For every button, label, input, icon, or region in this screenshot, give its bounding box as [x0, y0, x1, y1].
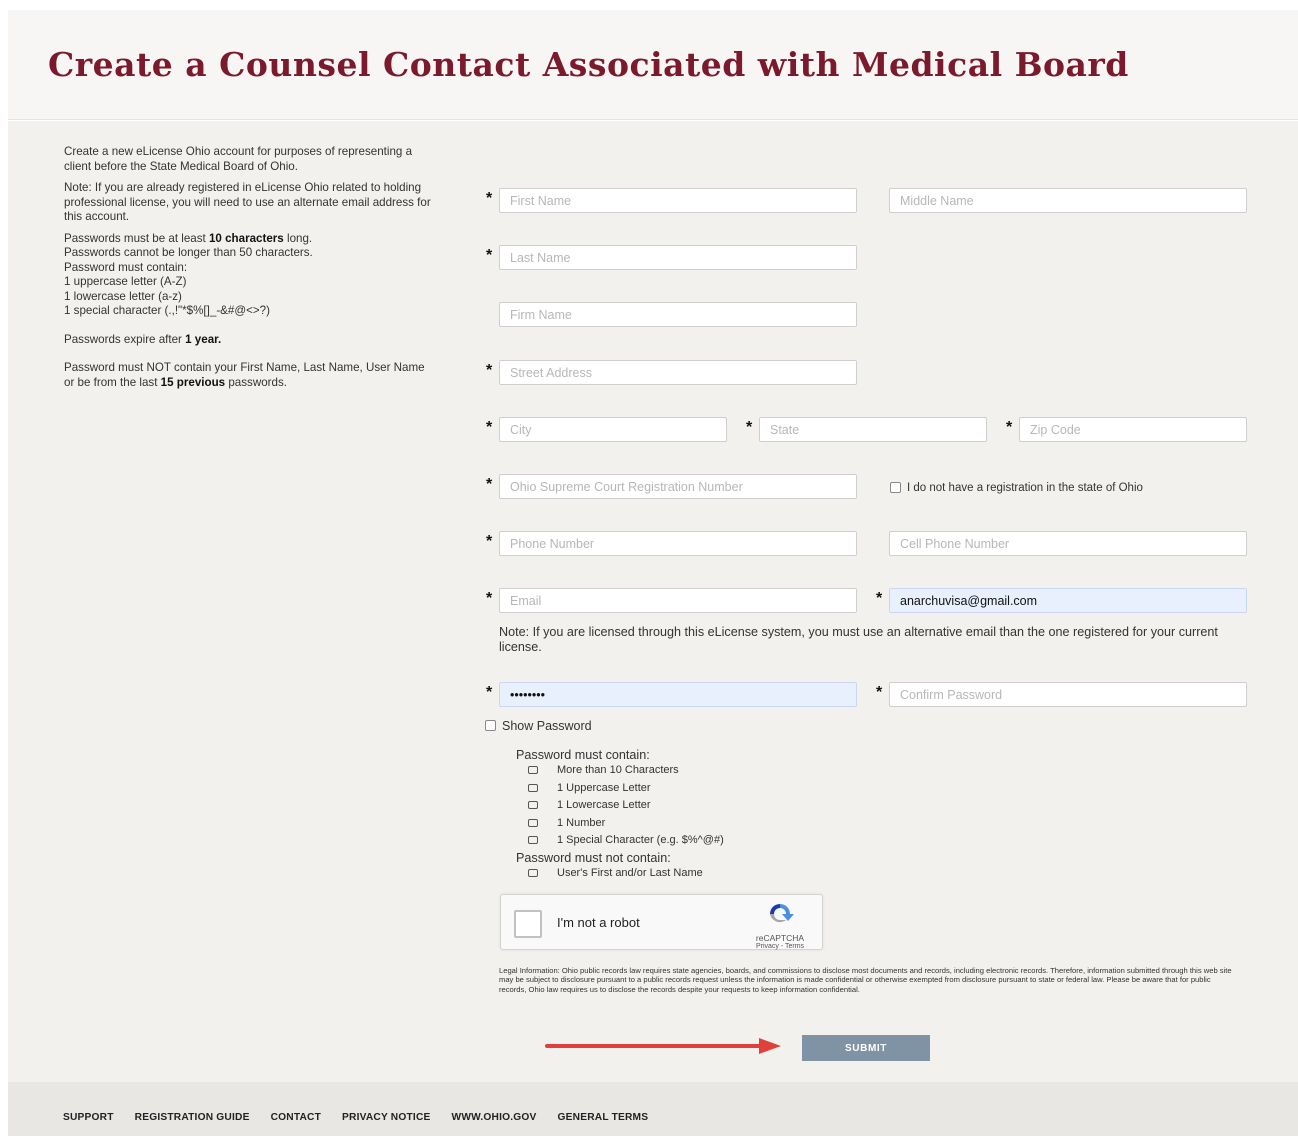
rules-must-not-contain-title: Password must not contain:: [516, 851, 671, 865]
alternate-email-note: Note: If you are already registered in e…: [64, 181, 431, 223]
no-registration-label[interactable]: I do not have a registration in the stat…: [907, 482, 1143, 494]
rule-item: User's First and/or Last Name: [557, 867, 703, 879]
required-marker: *: [486, 476, 493, 493]
last-name-input[interactable]: [499, 245, 857, 270]
rule-status-icon: [528, 801, 538, 809]
required-marker: *: [486, 419, 493, 436]
firm-name-input[interactable]: [499, 302, 857, 327]
submit-button[interactable]: SUBMIT: [802, 1035, 930, 1061]
page-header: Create a Counsel Contact Associated with…: [8, 10, 1298, 120]
state-input[interactable]: [759, 417, 987, 442]
intro-text: Create a new eLicense Ohio account for p…: [64, 145, 413, 173]
footer-link-contact[interactable]: CONTACT: [271, 1112, 321, 1123]
main-content: Create a new eLicense Ohio account for p…: [8, 121, 1298, 1082]
recaptcha-links[interactable]: Privacy - Terms: [750, 943, 810, 950]
required-marker: *: [486, 362, 493, 379]
required-marker: *: [486, 533, 493, 550]
first-name-input[interactable]: [499, 188, 857, 213]
rule-item: 1 Uppercase Letter: [557, 782, 651, 794]
pw-length-text: Passwords must be at least 10 characters…: [64, 231, 313, 245]
middle-name-input[interactable]: [889, 188, 1247, 213]
rule-status-icon: [528, 766, 538, 774]
email-note: Note: If you are licensed through this e…: [499, 625, 1218, 654]
password-requirements-text: Passwords must be at least 10 characters…: [64, 232, 434, 319]
rule-status-icon: [528, 784, 538, 792]
pw-lower-text: 1 lowercase letter (a-z): [64, 289, 182, 303]
rule-item: More than 10 Characters: [557, 764, 679, 776]
footer-nav: SUPPORT REGISTRATION GUIDE CONTACT PRIVA…: [63, 1112, 648, 1123]
street-address-input[interactable]: [499, 360, 857, 385]
rule-status-icon: [528, 819, 538, 827]
arrow-annotation-icon: [545, 1038, 781, 1054]
recaptcha-label: I'm not a robot: [557, 915, 640, 930]
page-title: Create a Counsel Contact Associated with…: [48, 45, 1129, 84]
rule-item: 1 Lowercase Letter: [557, 799, 651, 811]
footer-link-support[interactable]: SUPPORT: [63, 1112, 114, 1123]
legal-information: Legal Information: Ohio public records l…: [499, 966, 1232, 994]
required-marker: *: [486, 190, 493, 207]
rules-must-contain-title: Password must contain:: [516, 748, 650, 762]
no-registration-checkbox[interactable]: [890, 482, 901, 493]
pw-contain-text: Password must contain:: [64, 260, 188, 274]
show-password-checkbox[interactable]: [485, 720, 496, 731]
footer: SUPPORT REGISTRATION GUIDE CONTACT PRIVA…: [8, 1082, 1298, 1136]
recaptcha-brand: reCAPTCHA: [755, 933, 805, 943]
rule-status-icon: [528, 869, 538, 877]
phone-number-input[interactable]: [499, 531, 857, 556]
confirm-password-input[interactable]: [889, 682, 1247, 707]
required-marker: *: [486, 247, 493, 264]
required-marker: *: [876, 590, 883, 607]
rule-item: 1 Special Character (e.g. $%^@#): [557, 834, 724, 846]
footer-link-general-terms[interactable]: GENERAL TERMS: [558, 1112, 649, 1123]
recaptcha-checkbox[interactable]: [514, 910, 542, 938]
pw-expire-text: Passwords expire after 1 year.: [64, 332, 222, 346]
rule-status-icon: [528, 836, 538, 844]
recaptcha-widget: I'm not a robot reCAPTCHA Privacy - Term…: [500, 894, 823, 950]
registration-number-input[interactable]: [499, 474, 857, 499]
city-input[interactable]: [499, 417, 727, 442]
recaptcha-logo: reCAPTCHA Privacy - Terms: [750, 901, 810, 950]
show-password-label[interactable]: Show Password: [502, 719, 592, 733]
recaptcha-icon: [770, 904, 794, 923]
zip-code-input[interactable]: [1019, 417, 1247, 442]
cell-phone-input[interactable]: [889, 531, 1247, 556]
footer-link-privacy-notice[interactable]: PRIVACY NOTICE: [342, 1112, 430, 1123]
required-marker: *: [486, 684, 493, 701]
confirm-email-input[interactable]: [889, 588, 1247, 613]
required-marker: *: [746, 419, 753, 436]
pw-upper-text: 1 uppercase letter (A-Z): [64, 275, 187, 288]
pw-not-contain-text: Password must NOT contain your First Nam…: [64, 361, 425, 389]
password-input[interactable]: [499, 682, 857, 707]
info-panel: Create a new eLicense Ohio account for p…: [64, 145, 434, 397]
footer-link-registration-guide[interactable]: REGISTRATION GUIDE: [135, 1112, 250, 1123]
required-marker: *: [486, 590, 493, 607]
rule-item: 1 Number: [557, 817, 606, 829]
footer-link-ohio-gov[interactable]: WWW.OHIO.GOV: [452, 1112, 537, 1123]
required-marker: *: [876, 684, 883, 701]
pw-special-text: 1 special character (.,!"*$%[]_-&#@<>?): [64, 304, 270, 317]
pw-max-text: Passwords cannot be longer than 50 chara…: [64, 246, 313, 259]
email-input[interactable]: [499, 588, 857, 613]
required-marker: *: [1006, 419, 1013, 436]
